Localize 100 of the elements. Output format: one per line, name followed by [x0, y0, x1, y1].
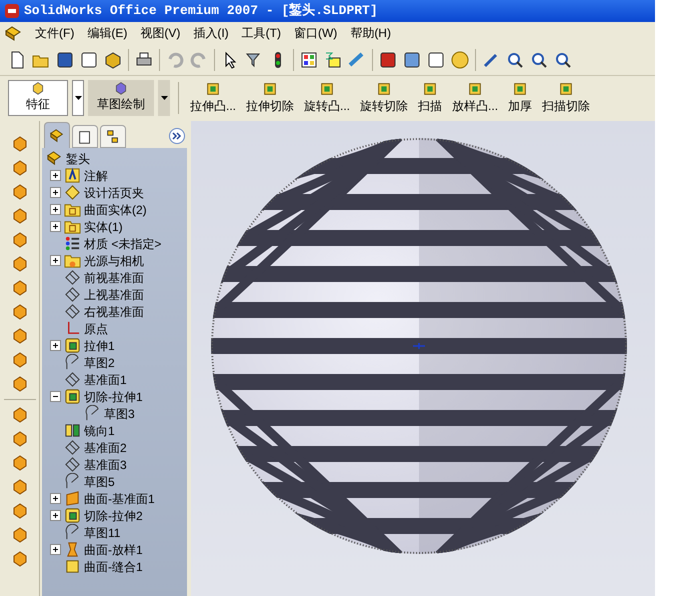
menu-item[interactable]: 帮助(H): [350, 24, 391, 42]
tree-item[interactable]: 切除-拉伸2: [84, 506, 143, 524]
tree-item[interactable]: 草图5: [84, 472, 115, 490]
feature-tool-icon[interactable]: [10, 183, 28, 201]
feature-tool-icon[interactable]: [10, 255, 28, 273]
toolbar-button[interactable]: 放样凸...: [449, 81, 502, 115]
filter-icon[interactable]: [245, 50, 263, 68]
menu-item[interactable]: 工具(T): [242, 24, 281, 42]
tree-item[interactable]: 曲面实体(2): [84, 200, 147, 218]
expand-toggle-icon[interactable]: [50, 204, 61, 215]
plane-icon: [64, 286, 81, 303]
menu-item[interactable]: 视图(V): [140, 24, 180, 42]
tree-item[interactable]: 右视基准面: [84, 302, 144, 320]
tree-item[interactable]: 錾头: [66, 150, 90, 168]
toolbar-button[interactable]: 旋转切除: [357, 81, 412, 115]
equation-icon[interactable]: [324, 50, 342, 68]
tree-item[interactable]: 基准面3: [84, 456, 127, 474]
toolbar-tab[interactable]: 特征: [8, 80, 68, 116]
tree-item[interactable]: 注解: [84, 166, 108, 184]
collapse-toggle-icon[interactable]: [50, 391, 61, 402]
expand-toggle-icon[interactable]: [50, 340, 61, 351]
feature-command-icon[interactable]: [205, 81, 221, 97]
feature-tool-icon[interactable]: [10, 303, 28, 321]
menu-item[interactable]: 文件(F): [35, 24, 74, 42]
zoom-fit-icon[interactable]: [506, 50, 524, 68]
tree-item[interactable]: 前视基准面: [84, 268, 144, 286]
feature-command-icon[interactable]: [376, 81, 392, 97]
plane-icon: [64, 371, 81, 388]
feature-tool-icon[interactable]: [10, 375, 28, 393]
feature-tool-icon[interactable]: [10, 454, 28, 472]
feature-tool-icon[interactable]: [10, 159, 28, 177]
toolbar-button[interactable]: 拉伸凸...: [187, 81, 240, 115]
feature-tool-icon[interactable]: [10, 406, 28, 424]
toolbar-button[interactable]: 拉伸切除: [243, 81, 298, 115]
feature-tool-icon[interactable]: [10, 327, 28, 345]
tree-item[interactable]: 曲面-放样1: [84, 540, 143, 558]
zoom-icon[interactable]: [554, 50, 572, 68]
feature-icon: [64, 337, 81, 354]
feature-tool-icon[interactable]: [10, 550, 28, 568]
plane-icon: [64, 303, 81, 320]
panel-tab[interactable]: [72, 125, 98, 148]
tree-item[interactable]: 实体(1): [84, 218, 123, 236]
graphics-area[interactable]: [191, 121, 655, 596]
feature-command-icon[interactable]: [467, 81, 484, 97]
feature-command-icon[interactable]: [262, 81, 278, 97]
tree-item[interactable]: 曲面-基准面1: [84, 490, 155, 508]
toolbar-button[interactable]: 旋转凸...: [301, 81, 354, 115]
tree-item[interactable]: 草图3: [104, 404, 135, 422]
feature-tool-icon[interactable]: [10, 207, 28, 225]
panel-tab[interactable]: [100, 125, 126, 148]
color-grid-icon[interactable]: [300, 50, 318, 68]
printer-icon[interactable]: [135, 50, 153, 68]
menu-item[interactable]: 编辑(E): [87, 24, 128, 42]
expand-toggle-icon[interactable]: [50, 493, 61, 504]
tree-item[interactable]: 上视基准面: [84, 286, 144, 304]
tree-item[interactable]: 基准面1: [84, 370, 127, 388]
feature-tool-icon[interactable]: [10, 279, 28, 297]
tree-item[interactable]: 材质 <未指定>: [84, 234, 162, 252]
annotation-icon: [64, 167, 81, 184]
menu-item[interactable]: 窗口(W): [294, 24, 338, 42]
feature-command-icon[interactable]: [422, 81, 438, 97]
tree-item[interactable]: 光源与相机: [84, 252, 144, 270]
feature-tool-icon[interactable]: [10, 478, 28, 496]
expand-toggle-icon[interactable]: [50, 221, 61, 232]
feature-command-icon[interactable]: [558, 81, 574, 97]
expand-toggle-icon[interactable]: [50, 255, 61, 266]
feature-tool-icon[interactable]: [10, 502, 28, 520]
feature-tool-icon[interactable]: [10, 430, 28, 448]
zoom-area-icon[interactable]: [530, 50, 548, 68]
toolbar-button[interactable]: 扫描切除: [539, 81, 594, 115]
tree-item[interactable]: 基准面2: [84, 438, 127, 456]
tree-item[interactable]: 设计活页夹: [84, 184, 144, 202]
menu-item[interactable]: 插入(I): [193, 24, 229, 42]
feature-tool-icon[interactable]: [10, 135, 28, 153]
tree-item[interactable]: 原点: [84, 320, 108, 338]
toolbar-tab[interactable]: 草图绘制: [88, 80, 154, 116]
surface-icon: [64, 490, 81, 507]
app-logo-icon: [4, 3, 20, 19]
expand-toggle-icon[interactable]: [50, 170, 61, 181]
plane-icon: [64, 269, 81, 286]
feature-command-icon[interactable]: [319, 81, 336, 97]
tree-item[interactable]: 曲面-缝合1: [84, 558, 143, 576]
expand-toggle-icon[interactable]: [50, 544, 61, 555]
sketch-icon[interactable]: [113, 81, 129, 95]
panel-tab[interactable]: [44, 122, 70, 148]
feature-icon[interactable]: [30, 81, 46, 95]
feature-tool-icon[interactable]: [10, 351, 28, 369]
tree-item[interactable]: 草图2: [84, 354, 115, 372]
expand-toggle-icon[interactable]: [50, 187, 61, 198]
feature-command-icon[interactable]: [512, 81, 528, 97]
expand-toggle-icon[interactable]: [50, 510, 61, 521]
tree-item[interactable]: 镜向1: [84, 422, 115, 440]
feature-tool-icon[interactable]: [10, 231, 28, 249]
toolbar-button[interactable]: 扫描: [415, 81, 446, 115]
expand-panel-icon[interactable]: [169, 128, 185, 144]
feature-tool-icon[interactable]: [10, 526, 28, 544]
tree-item[interactable]: 切除-拉伸1: [84, 388, 143, 406]
tree-item[interactable]: 草图11: [84, 524, 120, 542]
toolbar-button[interactable]: 加厚: [505, 81, 536, 115]
tree-item[interactable]: 拉伸1: [84, 336, 115, 354]
